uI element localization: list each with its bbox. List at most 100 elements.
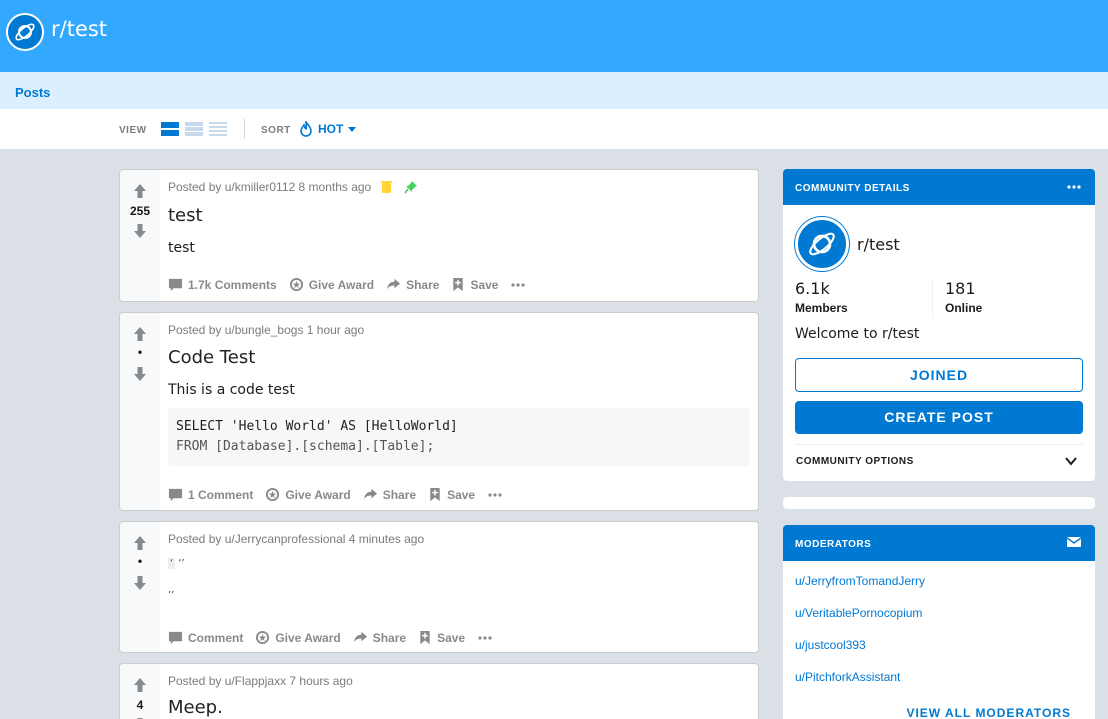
vote-column: 255: [120, 170, 160, 301]
community-name[interactable]: r/test: [857, 235, 900, 254]
community-title[interactable]: r/test: [51, 17, 107, 41]
save-label: Save: [470, 277, 499, 292]
post-meta: Posted by u/Jerrycanprofessional 4 minut…: [168, 532, 424, 546]
post-author-line[interactable]: Posted by u/Jerrycanprofessional 4 minut…: [168, 532, 424, 546]
inline-code: ‘: [168, 558, 176, 569]
comments-label: Comment: [188, 630, 244, 645]
comment-icon: [168, 631, 183, 645]
comments-button[interactable]: 1.7k Comments: [168, 277, 277, 292]
share-label: Share: [372, 630, 407, 645]
share-button[interactable]: Share: [353, 630, 406, 645]
create-post-button[interactable]: CREATE POST: [795, 401, 1083, 434]
card-heading: COMMUNITY DETAILS: [795, 183, 910, 194]
code-line: FROM [Database].[schema].[Table];: [176, 439, 435, 454]
planet-icon[interactable]: [6, 13, 44, 51]
divider: [795, 444, 1083, 445]
code-block: SELECT 'Hello World' AS [HelloWorld] FRO…: [168, 408, 750, 466]
downvote-arrow-icon[interactable]: [132, 575, 148, 591]
mail-icon[interactable]: [1067, 536, 1081, 548]
save-button[interactable]: Save: [451, 277, 498, 292]
vote-count: 4: [136, 698, 144, 712]
post-meta: Posted by u/kmiller0112 8 months ago: [168, 180, 419, 194]
award-icon: [289, 277, 303, 292]
community-banner: r/test: [0, 0, 1108, 72]
comment-icon: [168, 278, 183, 292]
community-options-label: COMMUNITY OPTIONS: [796, 456, 914, 467]
comments-label: 1 Comment: [188, 487, 254, 502]
more-options-icon[interactable]: [510, 282, 526, 287]
post-title[interactable]: Meep.: [168, 697, 223, 718]
vote-column: •: [120, 313, 160, 510]
upvote-arrow-icon[interactable]: [132, 535, 148, 551]
post-actions: 1.7k Comments Give Award Share Save: [168, 277, 526, 292]
online-label: Online: [945, 301, 983, 315]
post-card[interactable]: 255 Posted by u/kmiller0112 8 months ago…: [119, 169, 759, 302]
code-line: SELECT 'Hello World' AS [HelloWorld]: [176, 419, 458, 434]
online-count: 181: [945, 279, 976, 298]
classic-view-icon[interactable]: [185, 121, 203, 137]
upvote-arrow-icon[interactable]: [132, 326, 148, 342]
save-label: Save: [437, 630, 466, 645]
share-button[interactable]: Share: [363, 487, 416, 502]
moderators-header: MODERATORS: [783, 525, 1095, 561]
view-label: VIEW: [119, 125, 147, 136]
tab-posts[interactable]: Posts: [15, 85, 50, 100]
post-card[interactable]: • Posted by u/Jerrycanprofessional 4 min…: [119, 521, 759, 653]
moderator-link[interactable]: u/JerryfromTomandJerry: [795, 574, 925, 588]
bookmark-plus-icon: [430, 487, 440, 502]
save-button[interactable]: Save: [428, 487, 475, 502]
vote-column: 4: [120, 664, 160, 719]
sort-dropdown[interactable]: HOT: [299, 120, 357, 138]
post-author-line[interactable]: Posted by u/kmiller0112 8 months ago: [168, 180, 371, 194]
post-title[interactable]: test: [168, 205, 203, 226]
post-card[interactable]: • Posted by u/bungle_bogs 1 hour ago Cod…: [119, 312, 759, 511]
upvote-arrow-icon[interactable]: [132, 183, 148, 199]
moderator-link[interactable]: u/VeritablePornocopium: [795, 606, 922, 620]
more-options-icon[interactable]: [487, 492, 503, 497]
award-icon: [256, 630, 270, 645]
view-sort-bar: VIEW SORT HOT: [0, 109, 1108, 149]
post-meta: Posted by u/bungle_bogs 1 hour ago: [168, 323, 364, 337]
more-options-icon[interactable]: [1067, 180, 1081, 194]
post-author-line[interactable]: Posted by u/bungle_bogs 1 hour ago: [168, 323, 364, 337]
save-button[interactable]: Save: [418, 630, 465, 645]
moderator-link[interactable]: u/PitchforkAssistant: [795, 670, 900, 684]
give-award-button[interactable]: Give Award: [289, 277, 374, 292]
downvote-arrow-icon[interactable]: [132, 223, 148, 239]
planet-icon[interactable]: [795, 217, 849, 271]
post-author-line[interactable]: Posted by u/Flappjaxx 7 hours ago: [168, 674, 353, 688]
view-all-moderators-button[interactable]: VIEW ALL MODERATORS: [906, 706, 1071, 719]
post-text: ‘ ‘’: [168, 558, 185, 569]
comment-icon: [168, 488, 183, 502]
upvote-arrow-icon[interactable]: [132, 677, 148, 693]
caret-down-icon: [348, 126, 357, 132]
post-text: ’’: [168, 590, 175, 601]
post-title[interactable]: Code Test: [168, 347, 255, 368]
share-label: Share: [406, 277, 440, 292]
comments-button[interactable]: Comment: [168, 630, 243, 645]
community-options-toggle[interactable]: COMMUNITY OPTIONS: [796, 456, 1084, 467]
share-icon: [363, 488, 377, 500]
award-icon: [266, 487, 280, 502]
members-label: Members: [795, 301, 848, 315]
trash-icon: [381, 181, 393, 193]
compact-view-icon[interactable]: [209, 121, 227, 137]
moderators-card: MODERATORS u/JerryfromTomandJerry u/Veri…: [783, 525, 1095, 719]
downvote-arrow-icon[interactable]: [132, 366, 148, 382]
card-view-icon[interactable]: [161, 121, 179, 137]
comments-button[interactable]: 1 Comment: [168, 487, 253, 502]
more-options-icon[interactable]: [477, 635, 493, 640]
give-award-button[interactable]: Give Award: [255, 630, 341, 645]
share-button[interactable]: Share: [386, 277, 439, 292]
stat-divider: [932, 280, 933, 318]
joined-button[interactable]: JOINED: [795, 358, 1083, 392]
community-nav: Posts: [0, 72, 1108, 109]
award-label: Give Award: [285, 487, 351, 502]
sort-label: SORT: [261, 125, 291, 136]
post-card[interactable]: 4 Posted by u/Flappjaxx 7 hours ago Meep…: [119, 663, 759, 719]
give-award-button[interactable]: Give Award: [265, 487, 351, 502]
moderator-link[interactable]: u/justcool393: [795, 638, 866, 652]
sort-value: HOT: [318, 122, 344, 136]
comments-label: 1.7k Comments: [188, 277, 277, 292]
community-description: Welcome to r/test: [795, 326, 920, 342]
